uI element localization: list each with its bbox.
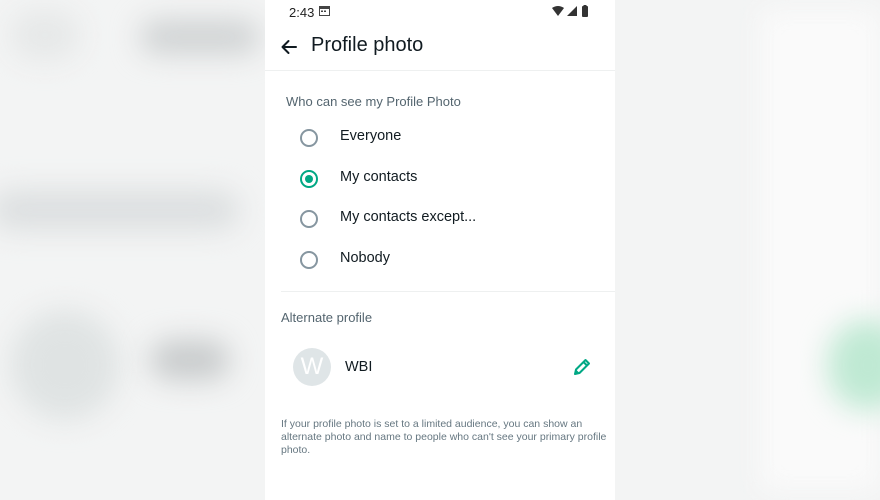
- phone-screen: 2:43 Profile photo Who can see my Profil…: [265, 0, 615, 500]
- blurred-shape: [10, 10, 80, 60]
- blurred-shape: [760, 10, 880, 490]
- option-label: My contacts except...: [340, 209, 477, 225]
- visibility-heading: Who can see my Profile Photo: [286, 94, 461, 109]
- alternate-profile-heading: Alternate profile: [281, 310, 373, 325]
- page-title: Profile photo: [311, 34, 424, 56]
- wifi-icon: [552, 6, 564, 16]
- alternate-profile-name: WBI: [345, 359, 373, 375]
- option-label: Everyone: [340, 128, 402, 144]
- blurred-shape: [140, 20, 260, 54]
- back-button[interactable]: [275, 33, 303, 61]
- alternate-profile-row[interactable]: W WBI: [265, 344, 615, 390]
- edit-button[interactable]: [571, 356, 593, 378]
- calendar-icon: [319, 6, 330, 16]
- option-everyone[interactable]: Everyone: [295, 124, 595, 154]
- option-label: Nobody: [340, 250, 390, 266]
- option-nobody[interactable]: Nobody: [295, 246, 595, 276]
- blurred-shape: [150, 340, 230, 380]
- status-icons: [552, 5, 588, 17]
- back-arrow-icon: [281, 40, 297, 54]
- pencil-icon: [574, 359, 590, 375]
- signal-icon: [567, 6, 577, 16]
- avatar: W: [293, 348, 331, 386]
- blurred-shape: [0, 190, 240, 230]
- option-my-contacts-except[interactable]: My contacts except...: [295, 205, 595, 235]
- radio-button[interactable]: [300, 251, 318, 269]
- status-bar: 2:43: [265, 0, 615, 24]
- blurred-shape: [10, 310, 120, 420]
- status-time: 2:43: [289, 5, 315, 20]
- app-bar: Profile photo: [265, 24, 615, 71]
- radio-button[interactable]: [300, 129, 318, 147]
- option-label: My contacts: [340, 169, 418, 185]
- alternate-profile-description: If your profile photo is set to a limite…: [281, 418, 607, 456]
- radio-button-selected[interactable]: [300, 170, 318, 188]
- section-divider: [281, 291, 615, 292]
- option-my-contacts[interactable]: My contacts: [295, 165, 595, 195]
- radio-button[interactable]: [300, 210, 318, 228]
- battery-icon: [582, 6, 588, 17]
